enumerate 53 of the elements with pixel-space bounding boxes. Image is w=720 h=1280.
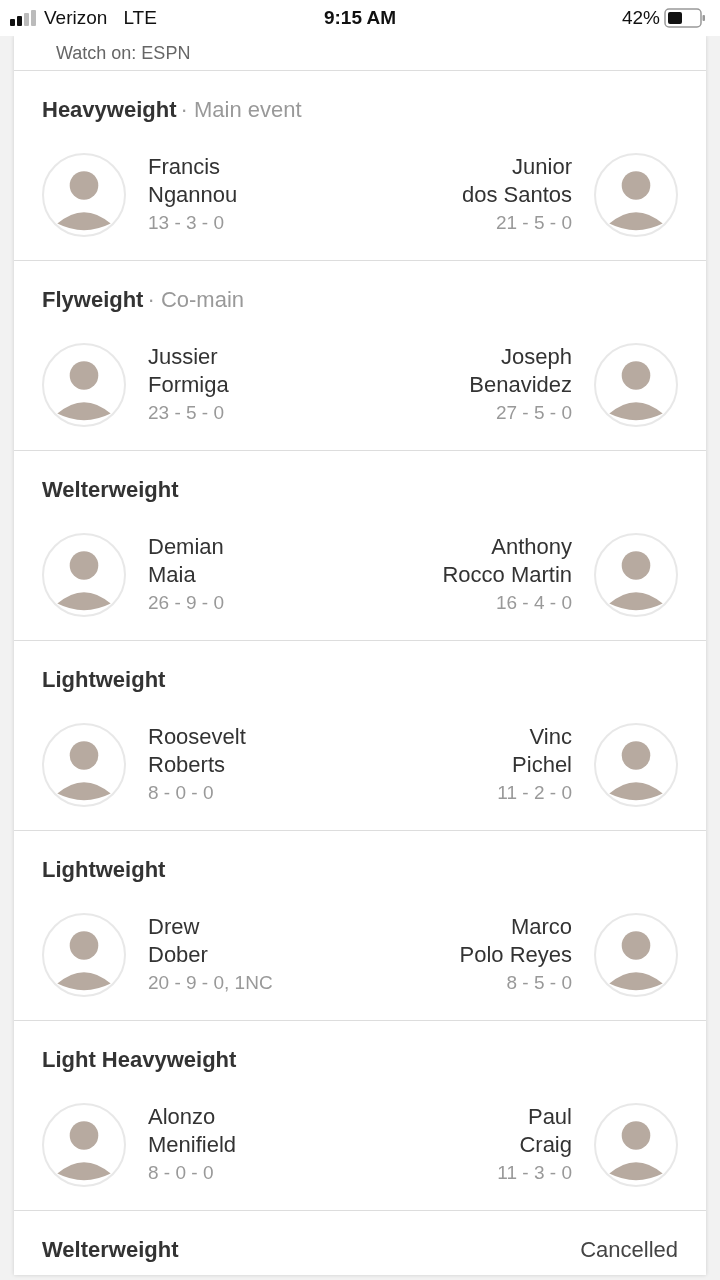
weight-class: Welterweight [42, 1237, 179, 1263]
fighter-last-name: Dober [148, 941, 209, 969]
fighter-first-name: Vinc [529, 723, 572, 751]
fighter-last-name: Roberts [148, 751, 227, 779]
signal-icon [10, 10, 38, 26]
fighter-record: 8 - 5 - 0 [506, 971, 572, 995]
weight-class: Light Heavyweight [42, 1047, 237, 1073]
network-type: LTE [123, 7, 157, 29]
fighter-first-name: Joseph [501, 343, 572, 371]
fighter-record: 11 - 2 - 0 [497, 781, 572, 805]
fighter-last-name: Polo Reyes [459, 941, 572, 969]
fighter-last-name: Rocco Martin [442, 561, 572, 589]
fighter-first-name: Jussier [148, 343, 219, 371]
fighter-last-name: Craig [519, 1131, 572, 1159]
fighter-record: 13 - 3 - 0 [148, 211, 226, 235]
battery-icon [664, 8, 706, 28]
fighter-last-name: Maia [148, 561, 197, 589]
fighter-first-name: Junior [512, 153, 572, 181]
fighter-record: 26 - 9 - 0 [148, 591, 225, 615]
weight-class: Flyweight [42, 287, 144, 313]
weight-class: Lightweight [42, 667, 166, 693]
fighter-first-name: Drew [148, 913, 201, 941]
fighter-last-name: Menifield [148, 1131, 237, 1159]
fighter-first-name: Roosevelt [148, 723, 246, 751]
fighter-last-name: dos Santos [461, 181, 572, 209]
fighter-first-name: Francis [148, 153, 222, 181]
bout-billing: · Co-main [147, 287, 245, 313]
broadcast-info: Watch on: ESPN [56, 42, 191, 64]
fighter-record: 27 - 5 - 0 [495, 401, 572, 425]
fighter-record: 8 - 0 - 0 [148, 1161, 215, 1185]
weight-class: Heavyweight [42, 97, 177, 123]
status-time: 9:15 AM [323, 7, 397, 29]
fighter-record: 8 - 0 - 0 [148, 781, 215, 805]
fighter-last-name: Benavidez [469, 371, 572, 399]
fighter-last-name: Pichel [512, 751, 572, 779]
fighter-first-name: Demian [148, 533, 225, 561]
fighter-record: 23 - 5 - 0 [148, 401, 226, 425]
fighter-last-name: Ngannou [148, 181, 238, 209]
fighter-record: 16 - 4 - 0 [495, 591, 572, 615]
carrier-name: Verizon [44, 7, 108, 29]
fighter-first-name: Alonzo [148, 1103, 217, 1131]
battery-percent: 42% [621, 7, 660, 29]
fighter-record: 21 - 5 - 0 [495, 211, 572, 235]
weight-class: Lightweight [42, 857, 166, 883]
fighter-first-name: Marco [510, 913, 572, 941]
fighter-first-name: Paul [527, 1103, 572, 1131]
fighter-first-name: Anthony [491, 533, 572, 561]
bout-billing: · Main event [180, 97, 302, 123]
fighter-record: 20 - 9 - 0, 1NC [148, 971, 273, 995]
fighter-record: 11 - 3 - 0 [497, 1161, 572, 1185]
bout-status: Cancelled [580, 1237, 678, 1263]
fighter-last-name: Formiga [148, 371, 229, 399]
weight-class: Welterweight [42, 477, 179, 503]
